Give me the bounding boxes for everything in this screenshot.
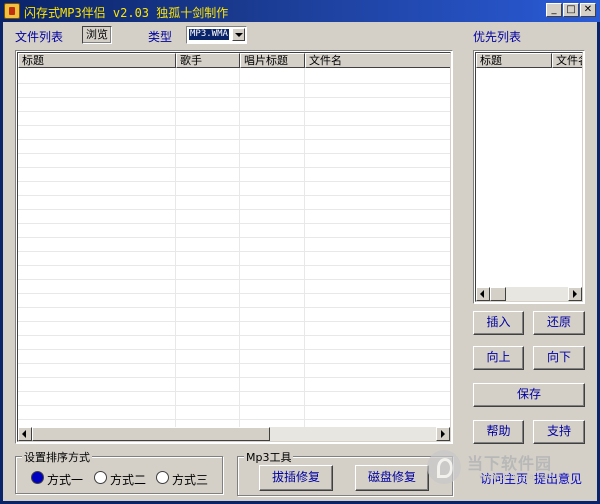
sort-option-1-label[interactable]: 方式一	[47, 471, 83, 488]
grid-line	[18, 335, 450, 336]
file-list-header: 标题 歌手 唱片标题 文件名	[18, 53, 450, 68]
column-header-filename[interactable]: 文件名	[552, 53, 582, 68]
type-label: 类型	[148, 30, 173, 44]
grid-line	[18, 195, 450, 196]
move-down-button[interactable]: 向下	[533, 346, 585, 370]
watermark-logo-icon	[427, 450, 461, 484]
priority-list-hscrollbar[interactable]	[476, 287, 582, 301]
column-header-title[interactable]: 标题	[18, 53, 176, 68]
grid-line	[18, 237, 450, 238]
sort-mode-title: 设置排序方式	[22, 449, 92, 465]
priority-list-label: 优先列表	[473, 30, 522, 44]
watermark-url: www.downxia.com	[479, 472, 554, 481]
grid-line	[18, 349, 450, 350]
disk-repair-button[interactable]: 磁盘修复	[355, 465, 429, 491]
grid-line	[18, 363, 450, 364]
save-button[interactable]: 保存	[473, 383, 585, 407]
grid-line	[18, 307, 450, 308]
close-button[interactable]: ✕	[580, 3, 596, 17]
window-title: 闪存式MP3伴侣 v2.03 独孤十剑制作	[24, 6, 229, 20]
column-header-title[interactable]: 标题	[476, 53, 552, 68]
scroll-left-icon[interactable]	[18, 427, 32, 441]
grid-line	[18, 321, 450, 322]
maximize-button[interactable]: □	[563, 3, 579, 17]
grid-line	[18, 293, 450, 294]
grid-line	[18, 391, 450, 392]
mp3-tools-title: Mp3工具	[244, 449, 294, 465]
file-list-hscrollbar[interactable]	[18, 427, 450, 441]
grid-line	[18, 265, 450, 266]
watermark-text: 当下软件园	[467, 454, 553, 473]
grid-line	[18, 181, 450, 182]
priority-list-view[interactable]: 标题 文件名	[473, 50, 585, 304]
sort-option-1-radio[interactable]	[31, 471, 44, 484]
help-button[interactable]: 帮助	[473, 420, 524, 444]
grid-line	[304, 68, 305, 441]
sort-option-3-label[interactable]: 方式三	[172, 471, 208, 488]
grid-line	[18, 167, 450, 168]
insert-button[interactable]: 插入	[473, 311, 524, 335]
scroll-right-icon[interactable]	[436, 427, 450, 441]
grid-line	[239, 68, 240, 441]
scroll-left-icon[interactable]	[476, 287, 490, 301]
title-bar[interactable]: 闪存式MP3伴侣 v2.03 独孤十剑制作 _ □ ✕	[0, 0, 600, 22]
grid-line	[18, 97, 450, 98]
file-list-label: 文件列表	[15, 30, 64, 44]
app-window: 闪存式MP3伴侣 v2.03 独孤十剑制作 _ □ ✕ 文件列表 浏览 类型 M…	[0, 0, 600, 504]
grid-line	[18, 209, 450, 210]
move-up-button[interactable]: 向上	[473, 346, 524, 370]
scroll-thumb[interactable]	[490, 287, 506, 301]
grid-line	[18, 111, 450, 112]
minimize-button[interactable]: _	[546, 3, 562, 17]
grid-line	[175, 68, 176, 441]
chevron-down-icon[interactable]	[232, 28, 245, 41]
restore-button[interactable]: 还原	[533, 311, 585, 335]
type-select-value: MP3.WMA	[189, 29, 229, 40]
file-list-view[interactable]: 标题 歌手 唱片标题 文件名	[15, 50, 453, 444]
grid-line	[18, 377, 450, 378]
grid-line	[18, 405, 450, 406]
plug-repair-button[interactable]: 拔插修复	[259, 465, 333, 491]
scroll-thumb[interactable]	[32, 427, 270, 441]
grid-line	[18, 251, 450, 252]
grid-line	[18, 139, 450, 140]
sort-option-2-label[interactable]: 方式二	[110, 471, 146, 488]
app-icon	[4, 3, 20, 19]
browse-button[interactable]: 浏览	[82, 26, 112, 44]
grid-line	[18, 419, 450, 420]
grid-line	[18, 279, 450, 280]
column-header-album[interactable]: 唱片标题	[240, 53, 305, 68]
type-select[interactable]: MP3.WMA	[186, 26, 247, 44]
sort-option-3-radio[interactable]	[156, 471, 169, 484]
grid-line	[18, 125, 450, 126]
client-area: 文件列表 浏览 类型 MP3.WMA 优先列表 标题 歌手 唱片标题 文件名 标…	[3, 22, 597, 501]
priority-list-header: 标题 文件名	[476, 53, 582, 68]
column-header-artist[interactable]: 歌手	[176, 53, 240, 68]
scroll-right-icon[interactable]	[568, 287, 582, 301]
column-header-filename[interactable]: 文件名	[305, 53, 450, 68]
support-button[interactable]: 支持	[533, 420, 585, 444]
grid-line	[18, 153, 450, 154]
grid-line	[18, 223, 450, 224]
sort-option-2-radio[interactable]	[94, 471, 107, 484]
grid-line	[18, 83, 450, 84]
